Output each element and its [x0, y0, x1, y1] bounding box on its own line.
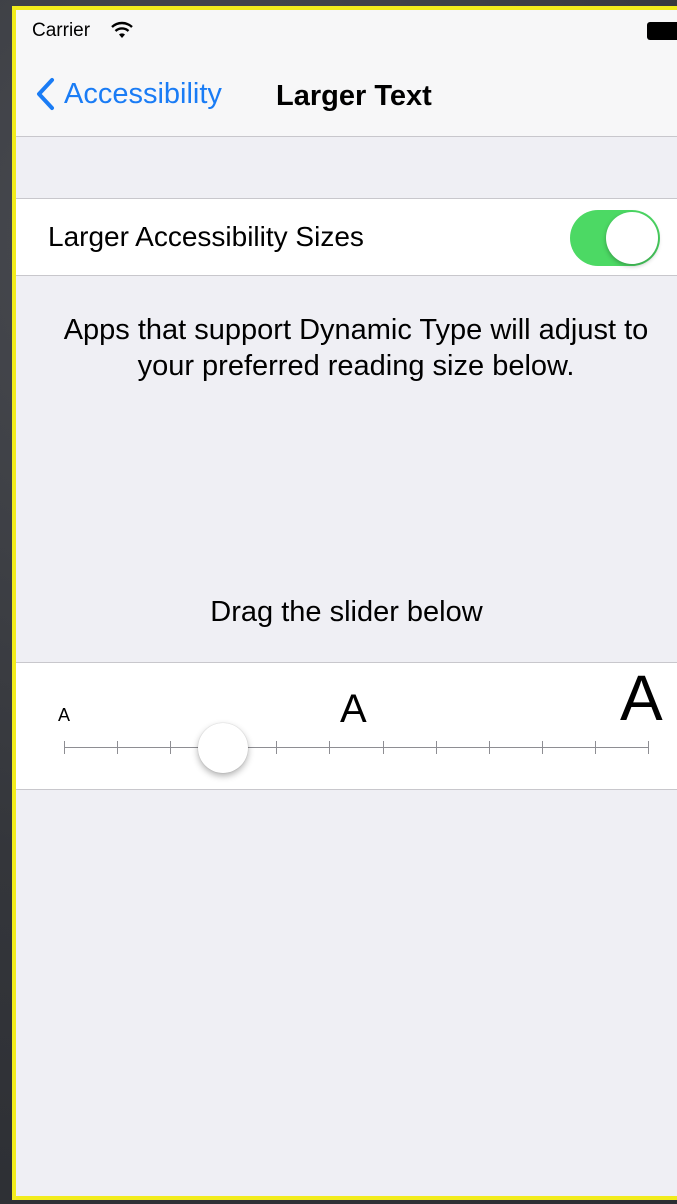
slider-tick	[64, 741, 65, 754]
slider-tick	[382, 741, 384, 754]
slider-tick	[541, 741, 543, 754]
status-bar: Carrier	[16, 10, 677, 44]
larger-accessibility-sizes-switch[interactable]	[570, 210, 660, 266]
back-button[interactable]: Accessibility	[34, 74, 222, 114]
drag-hint-text: Drag the slider below	[210, 596, 483, 628]
slider-tick	[435, 741, 437, 754]
slider-tick	[594, 741, 596, 754]
slider-thumb[interactable]	[198, 723, 249, 773]
mid-size-label: A	[340, 687, 367, 731]
device-screen: Carrier Accessibility Larger Text Larger…	[12, 6, 677, 1200]
back-button-label: Accessibility	[64, 77, 222, 110]
max-size-label: A	[620, 662, 663, 734]
slider-tick	[648, 741, 649, 754]
text-size-slider-row: A A A	[16, 662, 677, 790]
chevron-left-icon	[37, 78, 54, 110]
slider-tick	[117, 741, 119, 754]
wifi-icon	[111, 21, 133, 38]
slider-tick	[329, 741, 331, 754]
battery-icon	[647, 22, 677, 40]
slider-tick	[276, 741, 278, 754]
toggle-label: Larger Accessibility Sizes	[48, 221, 364, 252]
slider-track[interactable]	[64, 747, 648, 748]
navigation-bar: Accessibility Larger Text	[16, 44, 677, 137]
min-size-label: A	[58, 705, 71, 725]
dynamic-type-description: Apps that support Dynamic Type will adju…	[63, 314, 649, 382]
slider-tick	[170, 741, 172, 754]
slider-tick	[488, 741, 490, 754]
page-title: Larger Text	[276, 80, 432, 112]
carrier-label: Carrier	[32, 20, 91, 41]
switch-knob	[606, 212, 658, 264]
larger-accessibility-sizes-row: Larger Accessibility Sizes	[16, 198, 677, 276]
